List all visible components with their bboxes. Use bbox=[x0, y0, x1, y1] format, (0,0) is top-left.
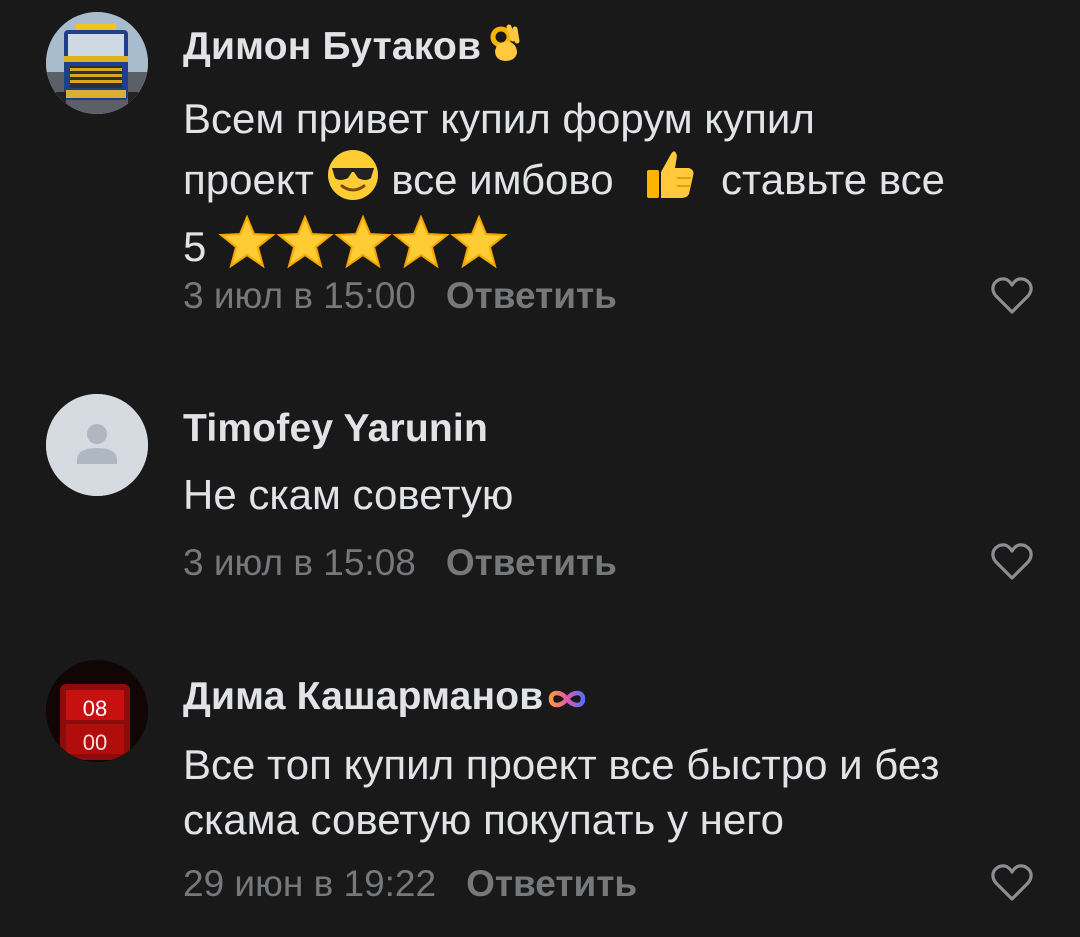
text-fragment: проект bbox=[183, 156, 314, 203]
reply-button[interactable]: Ответить bbox=[446, 275, 617, 316]
text-fragment: все имбово bbox=[391, 156, 614, 203]
star-emoji-icon bbox=[276, 214, 334, 282]
text-fragment: 5 bbox=[183, 223, 207, 270]
thumbs-up-emoji-icon bbox=[643, 146, 697, 215]
reply-button[interactable]: Ответить bbox=[466, 863, 637, 904]
clock-avatar-image: 08 00 bbox=[46, 660, 148, 762]
text-fragment: ставьте все bbox=[720, 156, 945, 203]
star-emoji-icon bbox=[218, 214, 276, 282]
avatar[interactable] bbox=[46, 12, 148, 114]
comment-author[interactable]: Timofey Yarunin bbox=[183, 406, 488, 452]
author-name: Timofey Yarunin bbox=[183, 407, 488, 450]
comment-author[interactable]: Дима Кашарманов bbox=[183, 674, 589, 722]
cool-sunglasses-emoji-icon bbox=[326, 148, 380, 215]
like-button[interactable] bbox=[990, 276, 1034, 316]
default-user-icon bbox=[46, 394, 148, 496]
comment-text: Не скам советую bbox=[183, 467, 1043, 522]
avatar-digits-bottom: 00 bbox=[83, 730, 107, 755]
avatar-digits-top: 08 bbox=[83, 696, 107, 721]
author-name: Дима Кашарманов bbox=[183, 675, 544, 718]
star-emoji-icon bbox=[392, 214, 450, 282]
comment-text-line: Не скам советую bbox=[183, 471, 514, 518]
comment-text-line: проект все имбово ставьте все bbox=[183, 146, 1043, 215]
comment-timestamp: 29 июн в 19:22 bbox=[183, 863, 437, 904]
like-button[interactable] bbox=[990, 863, 1034, 903]
comment-meta: 3 июл в 15:08 Ответить bbox=[183, 541, 617, 585]
comment-text-line: скама советую покупать у него bbox=[183, 796, 784, 843]
like-button[interactable] bbox=[990, 542, 1034, 582]
comment-text-line: Все топ купил проект все быстро и без bbox=[183, 741, 940, 788]
comment-timestamp: 3 июл в 15:00 bbox=[183, 275, 416, 316]
reply-button[interactable]: Ответить bbox=[446, 542, 617, 583]
comment-text: Всем привет купил форум купил проект все… bbox=[183, 91, 1043, 282]
ok-hand-emoji-icon bbox=[487, 23, 523, 74]
comment-meta: 29 июн в 19:22 Ответить bbox=[183, 862, 637, 906]
star-emoji-icon bbox=[334, 214, 392, 282]
heart-icon bbox=[991, 864, 1033, 901]
truck-avatar-image bbox=[46, 12, 148, 114]
star-emoji-icon bbox=[450, 214, 508, 282]
infinity-icon bbox=[545, 676, 589, 722]
comment-text-line: 5 bbox=[183, 214, 1043, 282]
comment-author[interactable]: Димон Бутаков bbox=[183, 23, 523, 74]
comment-text-line: Всем привет купил форум купил bbox=[183, 95, 815, 142]
heart-icon bbox=[991, 277, 1033, 314]
author-name: Димон Бутаков bbox=[183, 24, 482, 68]
comment-meta: 3 июл в 15:00 Ответить bbox=[183, 274, 617, 318]
comment-text: Все топ купил проект все быстро и без ск… bbox=[183, 737, 1043, 847]
avatar[interactable]: 08 00 bbox=[46, 660, 148, 762]
avatar[interactable] bbox=[46, 394, 148, 496]
comment-timestamp: 3 июл в 15:08 bbox=[183, 542, 416, 583]
heart-icon bbox=[991, 543, 1033, 580]
